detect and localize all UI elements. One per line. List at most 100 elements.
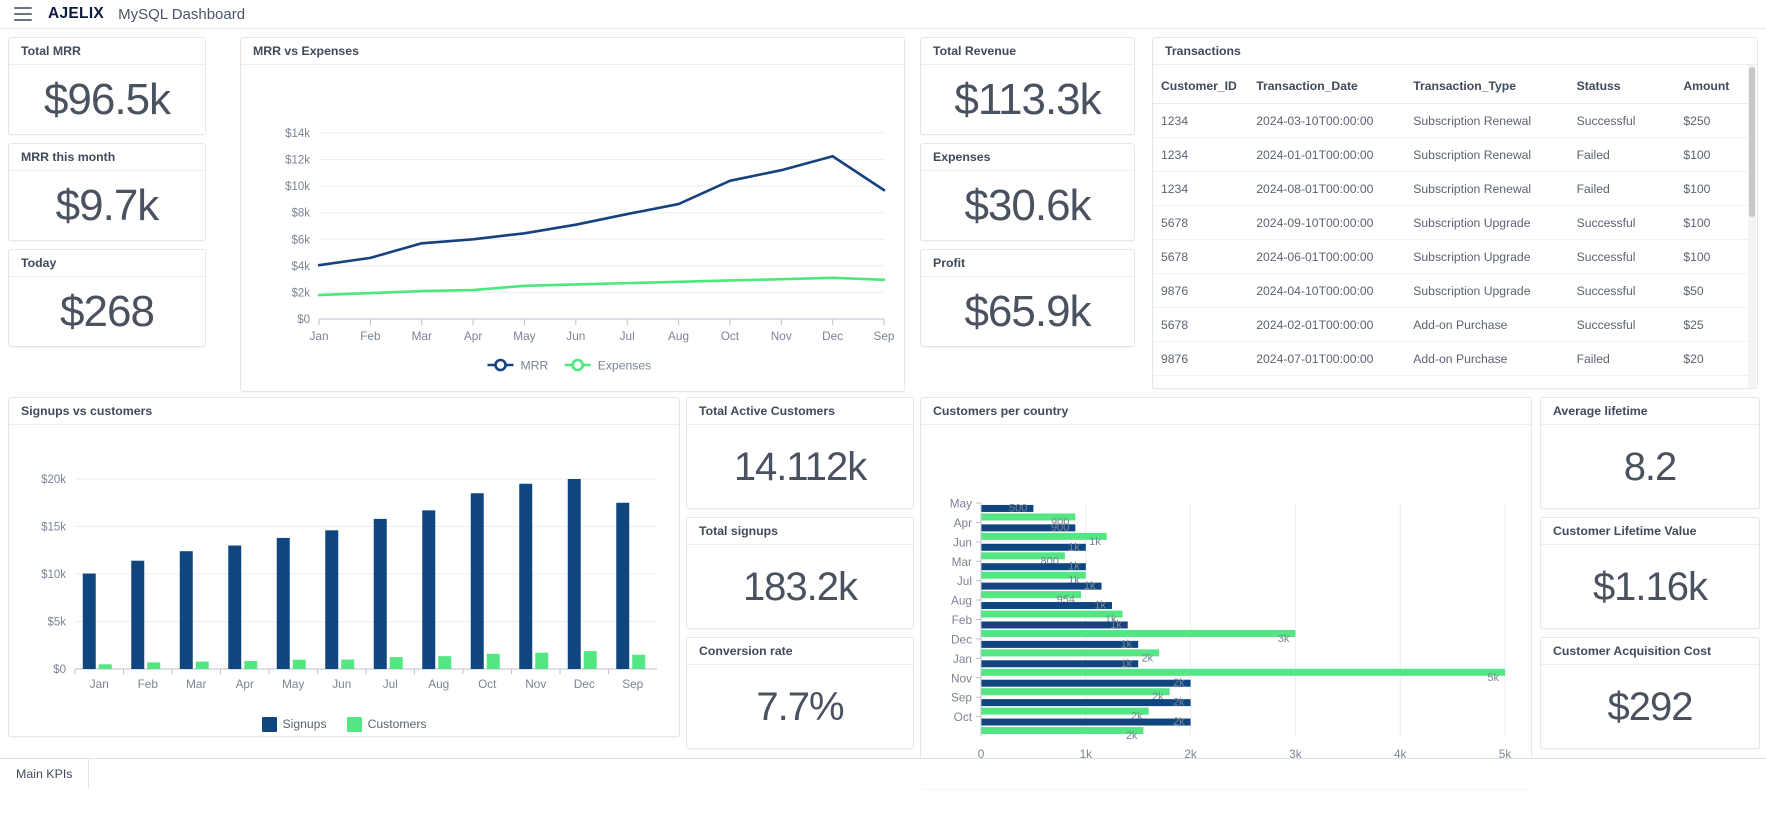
svg-text:Nov: Nov [771,329,792,343]
kpi-card-mrr-this-month[interactable]: MRR this month $9.7k [8,143,206,241]
kpi-title: MRR this month [9,144,205,171]
table-row[interactable]: 12342024-08-01T00:00:00Subscription Rene… [1153,172,1757,206]
svg-text:Jan: Jan [953,652,972,666]
svg-text:Dec: Dec [951,632,972,646]
kpi-title: Total MRR [9,38,205,65]
svg-text:$15k: $15k [41,522,66,534]
svg-text:$4k: $4k [291,261,310,273]
table-header-transaction_type[interactable]: Transaction_Type [1405,65,1568,104]
kpi-card-today[interactable]: Today $268 [8,249,206,347]
table-header-customer_id[interactable]: Customer_ID [1153,65,1248,104]
svg-text:Jun: Jun [566,329,585,343]
kpi-title: Today [9,250,205,277]
table-scrollbar-thumb[interactable] [1749,67,1755,217]
table-cell: $100 [1675,206,1757,240]
svg-text:$5k: $5k [47,617,66,629]
table-cell: Subscription Upgrade [1405,206,1568,240]
svg-text:1k: 1k [1110,619,1122,631]
kpi-card-expenses[interactable]: Expenses $30.6k [920,143,1135,241]
svg-text:Oct: Oct [721,329,740,343]
svg-text:Feb: Feb [360,329,381,343]
svg-text:$10k: $10k [285,181,310,193]
kpi-value: 14.112k [734,447,866,487]
table-header-statuss[interactable]: Statuss [1569,65,1676,104]
kpi-value: 8.2 [1624,447,1677,487]
table-row[interactable]: 56782024-06-01T00:00:00Subscription Upgr… [1153,240,1757,274]
svg-text:1k: 1k [1094,600,1106,612]
brand-logo[interactable]: AJELIX [48,5,104,23]
chart-card-signups-vs-customers[interactable]: Signups vs customers $0$5k$10k$15k$20kJa… [8,397,680,737]
table-title: Transactions [1153,38,1757,65]
table-cell: 1234 [1153,104,1248,138]
kpi-card-customer-acquisition-cost[interactable]: Customer Acquisition Cost $292 [1540,637,1760,749]
transactions-scroll-area[interactable]: Customer_IDTransaction_DateTransaction_T… [1153,65,1757,388]
page-title: MySQL Dashboard [118,6,245,23]
svg-text:Aug: Aug [428,677,449,691]
svg-text:1k: 1k [1068,541,1080,553]
horizontal-bar-chart: 01k2k3k4k5k500900May9001kApr1k800Jun1k1k… [921,425,1532,788]
table-row[interactable]: 56782024-09-10T00:00:00Subscription Upgr… [1153,206,1757,240]
kpi-card-average-lifetime[interactable]: Average lifetime 8.2 [1540,397,1760,509]
bar-chart: $0$5k$10k$15k$20kJanFebMarAprMayJunJulAu… [9,425,680,705]
svg-text:Aug: Aug [951,594,972,608]
kpi-card-total-mrr[interactable]: Total MRR $96.5k [8,37,206,135]
table-cell: $100 [1675,172,1757,206]
table-cell: Successful [1569,104,1676,138]
svg-text:2k: 2k [1173,697,1185,709]
kpi-card-profit[interactable]: Profit $65.9k [920,249,1135,347]
svg-text:$14k: $14k [285,128,310,140]
legend-swatch [262,717,277,732]
legend-item-customers[interactable]: Customers [347,717,427,732]
svg-text:Sep: Sep [874,329,895,343]
hamburger-icon[interactable] [14,7,32,21]
svg-text:$2k: $2k [291,287,310,299]
table-header-amount[interactable]: Amount [1675,65,1757,104]
kpi-title: Total Revenue [921,38,1134,65]
chart-card-mrr-vs-expenses[interactable]: MRR vs Expenses $0$2k$4k$6k$8k$10k$12k$1… [240,37,905,392]
table-cell: $250 [1675,104,1757,138]
line-chart: $0$2k$4k$6k$8k$10k$12k$14kJanFebMarAprMa… [241,65,905,391]
table-cell: 2024-07-01T00:00:00 [1248,342,1405,376]
table-header-transaction_date[interactable]: Transaction_Date [1248,65,1405,104]
legend-label: Signups [283,717,327,731]
svg-text:Jul: Jul [383,677,398,691]
svg-text:2k: 2k [1142,652,1154,664]
chart-card-customers-per-country[interactable]: Customers per country 01k2k3k4k5k500900M… [920,397,1532,789]
svg-text:Feb: Feb [138,677,159,691]
kpi-title: Conversion rate [687,638,913,665]
svg-text:$0: $0 [53,664,66,676]
kpi-card-total-active-customers[interactable]: Total Active Customers 14.112k [686,397,914,509]
kpi-card-total-revenue[interactable]: Total Revenue $113.3k [920,37,1135,135]
table-row[interactable]: 12342024-01-01T00:00:00Subscription Rene… [1153,138,1757,172]
table-cell: $25 [1675,308,1757,342]
table-cell: Subscription Renewal [1405,172,1568,206]
table-row[interactable]: 12342024-03-10T00:00:00Subscription Rene… [1153,104,1757,138]
table-row[interactable]: 56782024-02-01T00:00:00Add-on PurchaseSu… [1153,308,1757,342]
table-row[interactable]: 98762024-04-10T00:00:00Subscription Upgr… [1153,274,1757,308]
table-cell: 2024-08-01T00:00:00 [1248,172,1405,206]
table-cell: $100 [1675,138,1757,172]
svg-text:1k: 1k [1089,536,1101,548]
table-cell: Subscription Upgrade [1405,274,1568,308]
svg-text:Apr: Apr [464,329,482,343]
kpi-value: $9.7k [56,184,159,228]
table-row[interactable]: 98762024-07-01T00:00:00Add-on PurchaseFa… [1153,342,1757,376]
svg-text:Sep: Sep [622,677,643,691]
svg-text:Jan: Jan [309,329,328,343]
svg-text:1k: 1k [1084,580,1096,592]
kpi-card-total-signups[interactable]: Total signups 183.2k [686,517,914,629]
svg-text:MRR: MRR [521,359,549,373]
tab-main-kpis[interactable]: Main KPIs [0,759,89,789]
table-cell: 1234 [1153,138,1248,172]
table-cell: Add-on Purchase [1405,308,1568,342]
table-cell: 5678 [1153,308,1248,342]
table-card-transactions[interactable]: Transactions Customer_IDTransaction_Date… [1152,37,1758,389]
legend-item-signups[interactable]: Signups [262,717,327,732]
svg-text:3k: 3k [1278,633,1290,645]
svg-text:Dec: Dec [822,329,843,343]
kpi-card-customer-lifetime-value[interactable]: Customer Lifetime Value $1.16k [1540,517,1760,629]
kpi-value: 183.2k [743,567,857,607]
svg-text:Jul: Jul [620,329,635,343]
svg-text:2k: 2k [1173,716,1185,728]
kpi-card-conversion-rate[interactable]: Conversion rate 7.7% [686,637,914,749]
